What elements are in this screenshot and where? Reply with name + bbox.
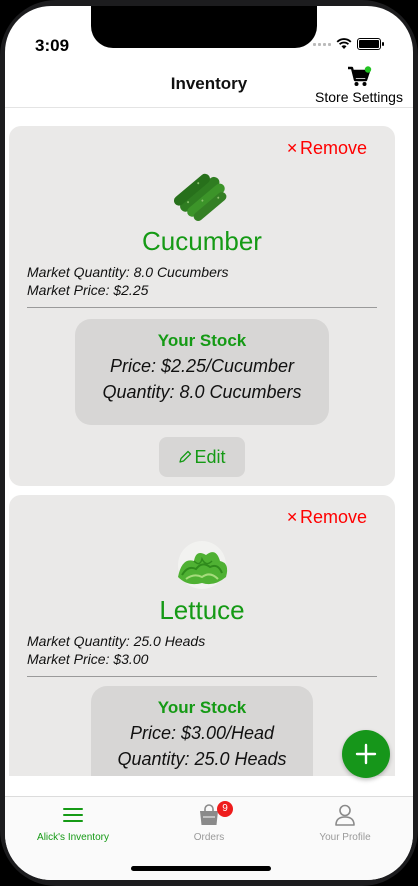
app-screen: 3:09 Inventory Store Settings ✕ Remove C… <box>5 6 413 880</box>
status-time: 3:09 <box>35 36 70 55</box>
tab-your-profile[interactable]: Your Profile <box>277 803 413 843</box>
tab-label: Alick's Inventory <box>37 832 109 843</box>
edit-label: Edit <box>194 446 226 467</box>
device-frame: 3:09 Inventory Store Settings ✕ Remove C… <box>0 0 418 886</box>
tab-orders[interactable]: 9 Orders <box>141 801 277 843</box>
inventory-card: ✕ Remove Cucumber Market Quantity: 8.0 C… <box>9 126 395 486</box>
status-icons <box>313 38 384 50</box>
your-stock-panel: Your Stock Price: $3.00/Head Quantity: 2… <box>91 686 313 776</box>
tab-label: Orders <box>193 832 225 843</box>
divider <box>27 676 377 677</box>
lettuce-image <box>178 541 228 589</box>
remove-button[interactable]: ✕ Remove <box>286 507 367 528</box>
close-icon: ✕ <box>286 509 298 525</box>
orders-count-badge: 9 <box>217 801 233 817</box>
home-indicator <box>131 866 271 871</box>
tab-alicks-inventory[interactable]: Alick's Inventory <box>5 803 141 843</box>
wifi-icon <box>336 38 352 49</box>
remove-button[interactable]: ✕ Remove <box>286 138 367 159</box>
battery-icon <box>357 38 384 50</box>
store-settings-label: Store Settings <box>315 89 403 105</box>
market-price: Market Price: $3.00 <box>27 651 149 667</box>
stock-price: Price: $3.00/Head <box>129 723 275 743</box>
close-icon: ✕ <box>286 140 298 156</box>
device-notch <box>91 6 317 48</box>
your-stock-title: Your Stock <box>157 698 247 717</box>
your-stock-panel: Your Stock Price: $2.25/Cucumber Quantit… <box>75 319 329 425</box>
add-item-button[interactable] <box>342 730 390 778</box>
store-settings-button[interactable]: Store Settings <box>311 66 407 105</box>
stock-quantity: Quantity: 25.0 Heads <box>117 749 287 769</box>
your-stock-title: Your Stock <box>157 331 247 350</box>
divider <box>27 307 377 308</box>
nav-header: Inventory Store Settings <box>5 62 413 108</box>
plus-icon <box>355 743 377 765</box>
person-icon <box>335 804 355 826</box>
market-quantity: Market Quantity: 25.0 Heads <box>27 633 206 649</box>
remove-label: Remove <box>299 507 367 527</box>
remove-label: Remove <box>299 138 367 158</box>
tab-label: Your Profile <box>319 832 371 843</box>
product-name: Lettuce <box>159 595 245 625</box>
shopping-cart-icon <box>348 66 372 86</box>
inventory-card: ✕ Remove Lettuce Market Quantity: 25.0 H… <box>9 495 395 776</box>
signal-icon <box>313 42 331 46</box>
stock-quantity: Quantity: 8.0 Cucumbers <box>102 382 302 402</box>
edit-button[interactable]: Edit <box>159 437 245 477</box>
market-quantity: Market Quantity: 8.0 Cucumbers <box>27 264 229 280</box>
pencil-icon <box>179 450 192 463</box>
stock-price: Price: $2.25/Cucumber <box>109 356 295 376</box>
market-price: Market Price: $2.25 <box>27 282 149 298</box>
inventory-list[interactable]: ✕ Remove Cucumber Market Quantity: 8.0 C… <box>5 109 413 776</box>
cucumber-image <box>174 173 227 222</box>
hamburger-menu-icon <box>63 808 83 822</box>
product-name: Cucumber <box>142 226 262 256</box>
